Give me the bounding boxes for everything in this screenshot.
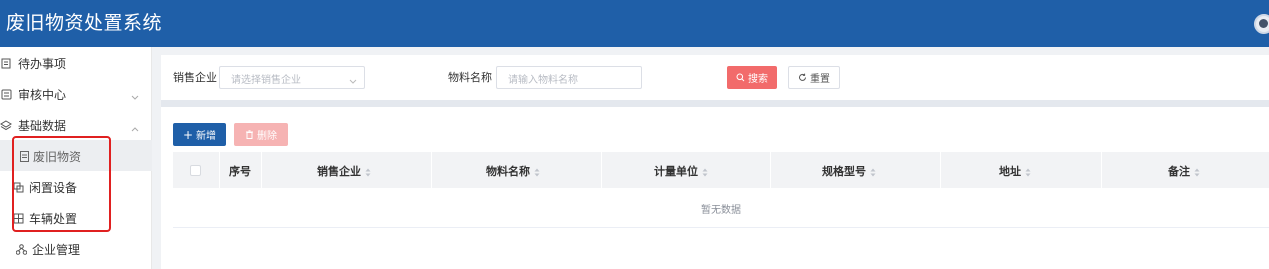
material-label: 物料名称 bbox=[448, 71, 492, 84]
sort-icon[interactable] bbox=[365, 167, 371, 176]
column-header-label: 计量单位 bbox=[654, 165, 698, 178]
column-header-seller[interactable]: 销售企业 bbox=[317, 163, 371, 179]
column-header-label: 规格型号 bbox=[822, 165, 866, 178]
section-divider bbox=[161, 100, 1269, 107]
chevron-down-icon bbox=[349, 74, 357, 84]
sidebar-item-label: 审核中心 bbox=[18, 88, 67, 102]
sort-icon[interactable] bbox=[870, 167, 876, 176]
seller-label: 销售企业 bbox=[173, 71, 217, 84]
column-header-label: 物料名称 bbox=[486, 165, 530, 178]
sidebar-item-audit[interactable]: 审核中心 bbox=[0, 78, 152, 109]
column-header-label: 序号 bbox=[229, 165, 251, 178]
select-all-checkbox[interactable] bbox=[190, 165, 201, 176]
column-header-address[interactable]: 地址 bbox=[999, 163, 1031, 179]
chevron-up-icon bbox=[131, 121, 139, 132]
plus-icon: + bbox=[182, 127, 194, 142]
sort-icon[interactable] bbox=[534, 167, 540, 176]
column-header-unit[interactable]: 计量单位 bbox=[654, 163, 708, 179]
main-panel: + 新增 删除 序号 销售企业 物料名称 计量单位 规格型号 地址 备注 暂无数… bbox=[161, 107, 1269, 269]
seller-placeholder: 请选择销售企业 bbox=[231, 75, 301, 86]
delete-button[interactable]: 删除 bbox=[234, 123, 288, 146]
material-input[interactable]: 请输入物料名称 bbox=[496, 66, 642, 89]
search-icon bbox=[736, 73, 745, 82]
app-title: 废旧物资处置系统 bbox=[6, 12, 163, 34]
sidebar-item-label: 基础数据 bbox=[18, 119, 67, 133]
chevron-down-icon bbox=[131, 90, 139, 100]
column-header-index: 序号 bbox=[229, 163, 251, 179]
table-header: 序号 销售企业 物料名称 计量单位 规格型号 地址 备注 bbox=[173, 152, 1269, 188]
refresh-icon bbox=[799, 73, 806, 81]
column-divider bbox=[770, 152, 771, 188]
todo-list-icon bbox=[0, 57, 12, 69]
add-button[interactable]: + 新增 bbox=[173, 123, 226, 146]
column-divider bbox=[1101, 152, 1102, 188]
sidebar-item-label: 待办事项 bbox=[18, 57, 67, 71]
column-header-label: 备注 bbox=[1168, 165, 1190, 178]
column-divider bbox=[219, 152, 220, 188]
reset-button-label: 重置 bbox=[810, 74, 830, 85]
sort-icon[interactable] bbox=[1025, 167, 1031, 176]
column-divider bbox=[601, 152, 602, 188]
trash-icon bbox=[246, 130, 253, 139]
audit-icon bbox=[0, 88, 12, 100]
user-avatar[interactable] bbox=[1254, 14, 1269, 34]
sort-icon[interactable] bbox=[1194, 167, 1200, 176]
table-empty-row: 暂无数据 bbox=[173, 188, 1269, 228]
column-divider bbox=[261, 152, 262, 188]
column-header-label: 地址 bbox=[999, 165, 1021, 178]
top-bar: 废旧物资处置系统 bbox=[0, 0, 1269, 47]
highlight-box bbox=[12, 136, 111, 232]
delete-button-label: 删除 bbox=[257, 131, 277, 142]
search-button-label: 搜索 bbox=[748, 74, 768, 85]
empty-state-text: 暂无数据 bbox=[701, 205, 741, 216]
search-button[interactable]: 搜索 bbox=[727, 66, 777, 89]
column-divider bbox=[940, 152, 941, 188]
sort-icon[interactable] bbox=[702, 167, 708, 176]
reset-button[interactable]: 重置 bbox=[788, 66, 840, 89]
column-divider bbox=[431, 152, 432, 188]
sidebar-item-enterprise[interactable]: 企业管理 bbox=[0, 233, 152, 264]
layers-icon bbox=[0, 119, 12, 131]
column-header-spec[interactable]: 规格型号 bbox=[822, 163, 876, 179]
column-header-material[interactable]: 物料名称 bbox=[486, 163, 540, 179]
org-icon bbox=[15, 243, 27, 255]
material-placeholder: 请输入物料名称 bbox=[508, 75, 578, 86]
column-header-remark[interactable]: 备注 bbox=[1168, 163, 1200, 179]
sidebar-item-todo[interactable]: 待办事项 bbox=[0, 47, 152, 78]
add-button-label: 新增 bbox=[196, 131, 217, 142]
column-header-label: 销售企业 bbox=[317, 165, 361, 178]
filter-panel: 销售企业 请选择销售企业 物料名称 请输入物料名称 搜索 重置 bbox=[161, 55, 1269, 100]
seller-select[interactable]: 请选择销售企业 bbox=[219, 66, 365, 89]
sidebar-item-label: 企业管理 bbox=[32, 243, 81, 257]
